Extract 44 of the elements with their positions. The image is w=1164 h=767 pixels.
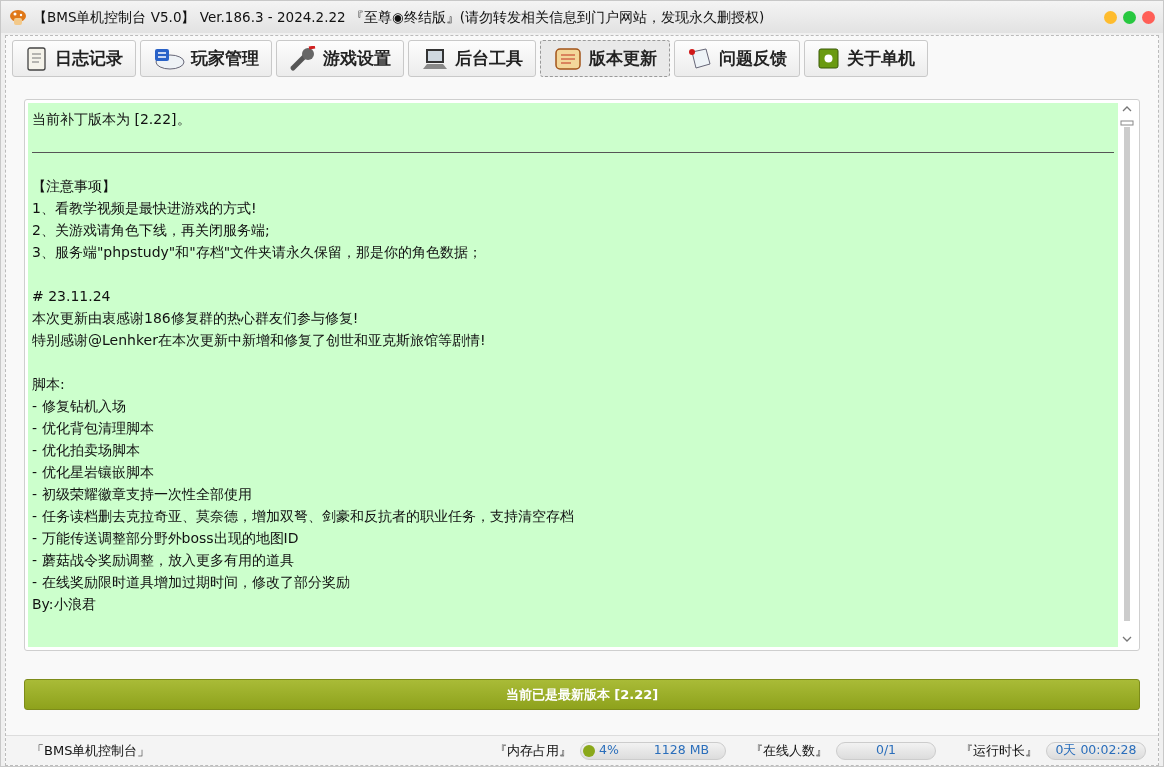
text-line: 特别感谢@Lenhker在本次更新中新增和修复了创世和亚克斯旅馆等剧情! (32, 331, 487, 350)
wrench-icon (289, 45, 317, 72)
memory-percent: 4% (599, 741, 619, 760)
text-line: - 修复钻机入场 (32, 397, 127, 416)
maximize-button[interactable] (1123, 10, 1136, 24)
online-label: 『在线人数』 (750, 741, 828, 760)
laptop-icon (421, 46, 449, 71)
text-line: - 优化背包清理脚本 (32, 419, 155, 438)
text-line: # 23.11.24 (32, 287, 112, 306)
text-line: 1、看教学视频是最快进游戏的方式! (32, 199, 258, 218)
close-button[interactable] (1142, 10, 1155, 24)
app-logo-icon (9, 8, 27, 26)
tab[interactable]: 问题反馈 (674, 40, 800, 77)
minimize-button[interactable] (1104, 10, 1117, 24)
text-line: - 任务读档删去克拉奇亚、莫奈德，增加双弩、剑豪和反抗者的职业任务，支持清空存档 (32, 507, 575, 526)
text-line: 当前补丁版本为 [2.22]。 (32, 110, 192, 129)
text-line: - 蘑菇战令奖励调整，放入更多有用的道具 (32, 551, 295, 570)
memory-amount: 1128 MB (653, 741, 709, 760)
window-title: 【BMS单机控制台 V5.0】 Ver.186.3 - 2024.2.22 『至尊◉终结版』(请勿转发相关信息到门户网站，发现永久删授权) (33, 7, 765, 27)
online-count: 0/1 (836, 741, 936, 760)
text-line: - 优化星岩镶嵌脚本 (32, 463, 155, 482)
tab[interactable]: 后台工具 (408, 40, 536, 77)
text-line: 3、服务端"phpstudy"和"存档"文件夹请永久保留，那是你的角色数据； (32, 243, 484, 262)
tab[interactable]: 玩家管理 (140, 40, 272, 77)
app-label: 「BMS单机控制台」 (31, 741, 151, 760)
text-line: 2、关游戏请角色下线，再关闭服务端; (32, 221, 271, 240)
text-line: - 优化拍卖场脚本 (32, 441, 141, 460)
tab[interactable]: 游戏设置 (276, 40, 404, 77)
text-line: 【注意事项】 (32, 177, 117, 196)
memory-label: 『内存占用』 (494, 741, 572, 760)
text-line: - 在线奖励限时道具增加过期时间，修改了部分奖励 (32, 573, 351, 592)
notepad-icon (25, 45, 49, 72)
uptime-value: 0天 00:02:28 (1046, 741, 1146, 760)
text-line: 本次更新由衷感谢186修复群的热心群友们参与修复! (32, 309, 360, 328)
tab[interactable]: 关于单机 (804, 40, 928, 77)
scroll-icon (553, 45, 583, 72)
text-line: 脚本: (32, 375, 66, 394)
paper-icon (687, 45, 713, 72)
uptime-label: 『运行时长』 (960, 741, 1038, 760)
text-line: - 万能传送调整部分野外boss出现的地图ID (32, 529, 300, 548)
tab[interactable]: 版本更新 (540, 40, 670, 77)
text-line: - 初级荣耀徽章支持一次性全部使用 (32, 485, 253, 504)
text-line: By:小浪君 (32, 595, 97, 614)
tab[interactable]: 日志记录 (12, 40, 136, 77)
